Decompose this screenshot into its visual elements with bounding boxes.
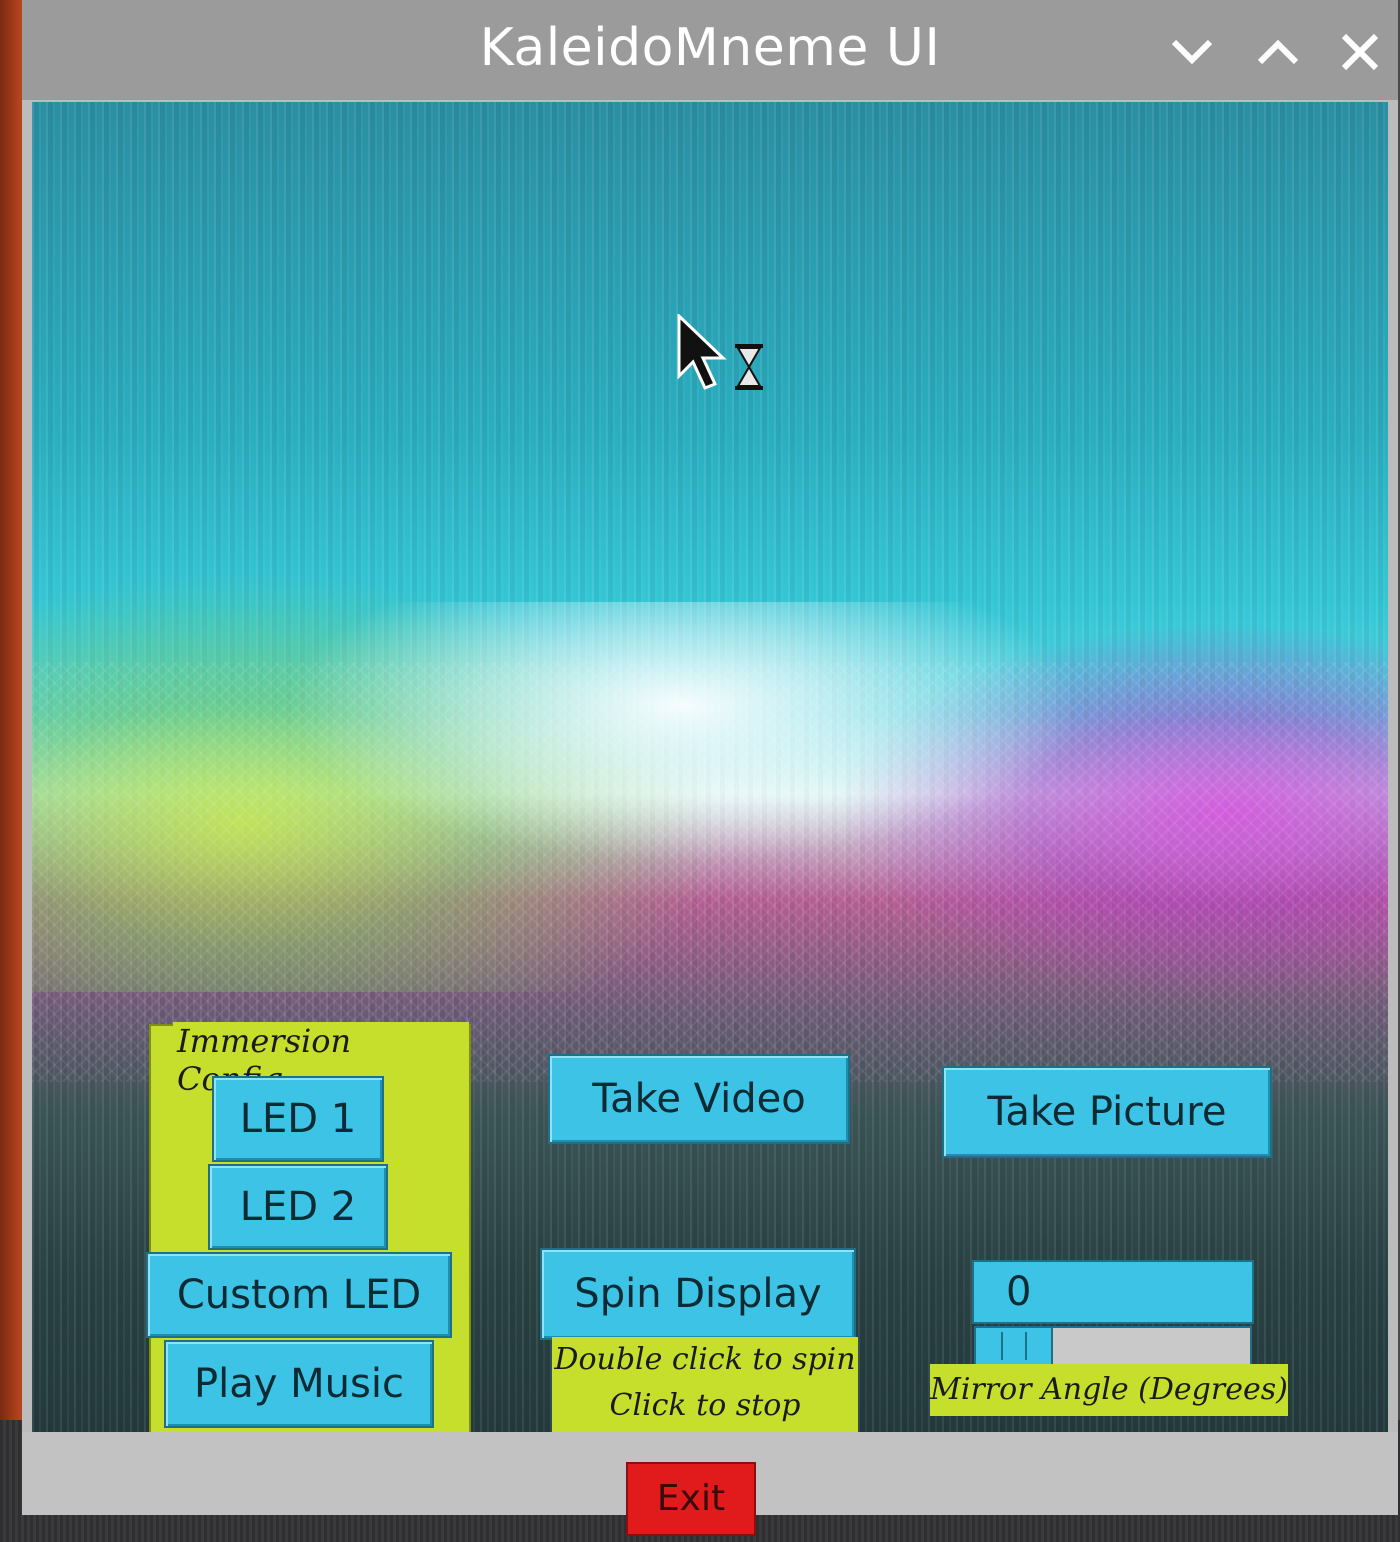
display-canvas[interactable]: Immersion Config LED 1 LED 2 Custom LED …: [32, 102, 1388, 1432]
play-music-button[interactable]: Play Music: [164, 1340, 434, 1428]
thumb-grip: [1025, 1332, 1028, 1360]
close-icon[interactable]: [1330, 22, 1390, 82]
busy-cursor-icon: [677, 314, 763, 390]
take-video-button[interactable]: Take Video: [548, 1054, 850, 1144]
spin-hint-line-1: Double click to spin: [554, 1342, 856, 1377]
mirror-angle-slider[interactable]: [974, 1326, 1252, 1366]
chevron-up-icon[interactable]: [1248, 22, 1308, 82]
custom-led-button[interactable]: Custom LED: [146, 1252, 452, 1338]
thumb-grip: [1000, 1332, 1003, 1360]
spin-hint-line-2: Click to stop: [609, 1388, 801, 1423]
led-1-button[interactable]: LED 1: [212, 1076, 384, 1162]
exit-button[interactable]: Exit: [626, 1462, 756, 1536]
take-picture-button[interactable]: Take Picture: [942, 1066, 1272, 1158]
mirror-angle-value: 0: [972, 1260, 1254, 1324]
title-bar[interactable]: KaleidoMneme UI: [22, 0, 1398, 100]
slider-thumb[interactable]: [976, 1328, 1053, 1364]
mirror-angle-label: Mirror Angle (Degrees): [930, 1364, 1288, 1416]
app-window: KaleidoMneme UI Immersion Config: [22, 0, 1398, 1536]
spin-hint-label: Double click to spin Click to stop: [552, 1337, 858, 1432]
led-2-button[interactable]: LED 2: [208, 1164, 388, 1250]
spin-display-button[interactable]: Spin Display: [540, 1248, 856, 1340]
chevron-down-icon[interactable]: [1162, 22, 1222, 82]
particle-wave: [32, 662, 1388, 1082]
